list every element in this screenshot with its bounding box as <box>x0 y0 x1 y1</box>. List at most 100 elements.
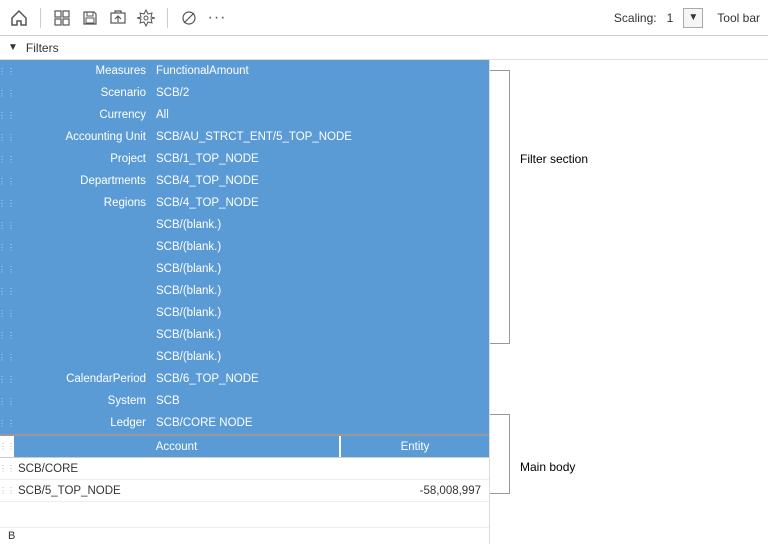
filter-row[interactable]: ⋮⋮ Accounting Unit SCB/AU_STRCT_ENT/5_TO… <box>0 126 489 148</box>
filter-label <box>14 302 150 324</box>
filter-value: SCB/4_TOP_NODE <box>150 192 489 214</box>
filter-label <box>14 324 150 346</box>
toolbar: ··· Scaling: 1 ▼ Tool bar <box>0 0 768 36</box>
settings-icon[interactable] <box>135 7 157 29</box>
left-panel: ⋮⋮ Measures FunctionalAmount ⋮⋮ Scenario… <box>0 60 490 544</box>
filter-value: SCB/1_TOP_NODE <box>150 148 489 170</box>
entity-value-row: ⋮⋮ SCB/CORE <box>0 458 489 480</box>
filter-value: SCB/(blank.) <box>150 280 489 302</box>
filter-label: Scenario <box>14 82 150 104</box>
filter-row[interactable]: ⋮⋮ System SCB <box>0 390 489 412</box>
filter-row[interactable]: ⋮⋮ SCB/(blank.) <box>0 236 489 258</box>
separator-1 <box>40 8 41 28</box>
drag-handle: ⋮⋮ <box>0 170 14 192</box>
filter-row[interactable]: ⋮⋮ CalendarPeriod SCB/6_TOP_NODE <box>0 368 489 390</box>
filter-row[interactable]: ⋮⋮ SCB/(blank.) <box>0 324 489 346</box>
scaling-value: 1 <box>667 11 674 25</box>
slash-icon[interactable] <box>178 7 200 29</box>
drag-handle: ⋮⋮ <box>0 390 14 412</box>
row-drag-handle[interactable]: ⋮⋮ <box>0 458 14 479</box>
account-header-label: Account <box>156 441 198 453</box>
filter-section-label: Filter section <box>520 152 588 166</box>
dropdown-arrow: ▼ <box>688 12 698 23</box>
home-icon[interactable] <box>8 7 30 29</box>
grid-data-row: ⋮⋮ SCB/5_TOP_NODE -58,008,997 <box>0 480 489 502</box>
grid-account-cell[interactable]: SCB/5_TOP_NODE <box>14 480 339 501</box>
filter-row[interactable]: ⋮⋮ Ledger SCB/CORE NODE <box>0 412 489 434</box>
main-body-label: Main body <box>520 460 575 474</box>
drag-handle: ⋮⋮ <box>0 148 14 170</box>
filter-row[interactable]: ⋮⋮ Project SCB/1_TOP_NODE <box>0 148 489 170</box>
drag-handle: ⋮⋮ <box>0 236 14 258</box>
drag-handle: ⋮⋮ <box>0 412 14 434</box>
filter-row[interactable]: ⋮⋮ Scenario SCB/2 <box>0 82 489 104</box>
filter-label: Currency <box>14 104 150 126</box>
save-icon[interactable] <box>79 7 101 29</box>
drag-handle: ⋮⋮ <box>0 192 14 214</box>
filter-label: Regions <box>14 192 150 214</box>
grid-icon[interactable] <box>51 7 73 29</box>
drag-handle: ⋮⋮ <box>0 258 14 280</box>
filter-label <box>14 258 150 280</box>
footer: B <box>0 527 489 544</box>
filter-row[interactable]: ⋮⋮ SCB/(blank.) <box>0 346 489 368</box>
filter-value: SCB/CORE NODE <box>150 412 489 434</box>
drag-handle: ⋮⋮ <box>0 324 14 346</box>
filter-value: SCB/(blank.) <box>150 236 489 258</box>
filter-label: System <box>14 390 150 412</box>
filter-section: ⋮⋮ Measures FunctionalAmount ⋮⋮ Scenario… <box>0 60 489 434</box>
right-panel: Filter section Main body <box>490 60 768 544</box>
filter-value: SCB/2 <box>150 82 489 104</box>
drag-handle: ⋮⋮ <box>0 368 14 390</box>
filter-row[interactable]: ⋮⋮ Regions SCB/4_TOP_NODE <box>0 192 489 214</box>
grid-header-account[interactable]: Account <box>14 436 339 457</box>
grid-cell-entity-value: SCB/CORE <box>14 458 339 479</box>
grid-value-cell[interactable]: -58,008,997 <box>339 480 489 501</box>
entity-drag-handle[interactable]: ⋮⋮ <box>0 436 14 457</box>
drag-handle: ⋮⋮ <box>0 214 14 236</box>
filter-value: SCB/(blank.) <box>150 346 489 368</box>
grid-cell-placeholder <box>339 458 489 479</box>
filter-label: Departments <box>14 170 150 192</box>
filter-value: SCB/(blank.) <box>150 302 489 324</box>
drag-handle: ⋮⋮ <box>0 60 14 82</box>
filter-value: SCB/4_TOP_NODE <box>150 170 489 192</box>
filters-toggle[interactable]: ▼ Filters <box>8 41 59 55</box>
data-row-drag[interactable]: ⋮⋮ <box>0 480 14 501</box>
toolbar-name-label: Tool bar <box>717 11 760 25</box>
scaling-dropdown[interactable]: ▼ <box>683 8 703 28</box>
filter-row[interactable]: ⋮⋮ SCB/(blank.) <box>0 280 489 302</box>
main-body-bracket <box>490 414 510 494</box>
filter-row[interactable]: ⋮⋮ Currency All <box>0 104 489 126</box>
filter-row[interactable]: ⋮⋮ Measures FunctionalAmount <box>0 60 489 82</box>
filter-row[interactable]: ⋮⋮ Departments SCB/4_TOP_NODE <box>0 170 489 192</box>
filter-value: FunctionalAmount <box>150 60 489 82</box>
filter-row[interactable]: ⋮⋮ SCB/(blank.) <box>0 214 489 236</box>
filter-value: SCB/AU_STRCT_ENT/5_TOP_NODE <box>150 126 489 148</box>
drag-handle: ⋮⋮ <box>0 302 14 324</box>
filter-label: Project <box>14 148 150 170</box>
filter-label <box>14 280 150 302</box>
export-icon[interactable] <box>107 7 129 29</box>
filter-value: SCB/(blank.) <box>150 324 489 346</box>
drag-handle: ⋮⋮ <box>0 280 14 302</box>
scaling-label: Scaling: <box>614 11 657 25</box>
filter-value: SCB/6_TOP_NODE <box>150 368 489 390</box>
filters-bar: ▼ Filters <box>0 36 768 60</box>
separator-2 <box>167 8 168 28</box>
filter-value: SCB/(blank.) <box>150 214 489 236</box>
drag-handle: ⋮⋮ <box>0 104 14 126</box>
filter-row[interactable]: ⋮⋮ SCB/(blank.) <box>0 258 489 280</box>
filter-value: SCB/(blank.) <box>150 258 489 280</box>
filter-row[interactable]: ⋮⋮ SCB/(blank.) <box>0 302 489 324</box>
grid-area: ⋮⋮ Account Entity ⋮⋮ SCB/CORE <box>0 434 489 527</box>
filter-bracket <box>490 70 510 344</box>
scaling-section: Scaling: 1 ▼ Tool bar <box>614 8 760 28</box>
entity-header-label: Entity <box>401 441 430 453</box>
grid-header-entity[interactable]: Entity <box>339 436 489 457</box>
filter-label: Measures <box>14 60 150 82</box>
drag-handle: ⋮⋮ <box>0 82 14 104</box>
filter-label: CalendarPeriod <box>14 368 150 390</box>
chevron-down-icon: ▼ <box>8 42 18 53</box>
more-icon[interactable]: ··· <box>206 7 228 29</box>
